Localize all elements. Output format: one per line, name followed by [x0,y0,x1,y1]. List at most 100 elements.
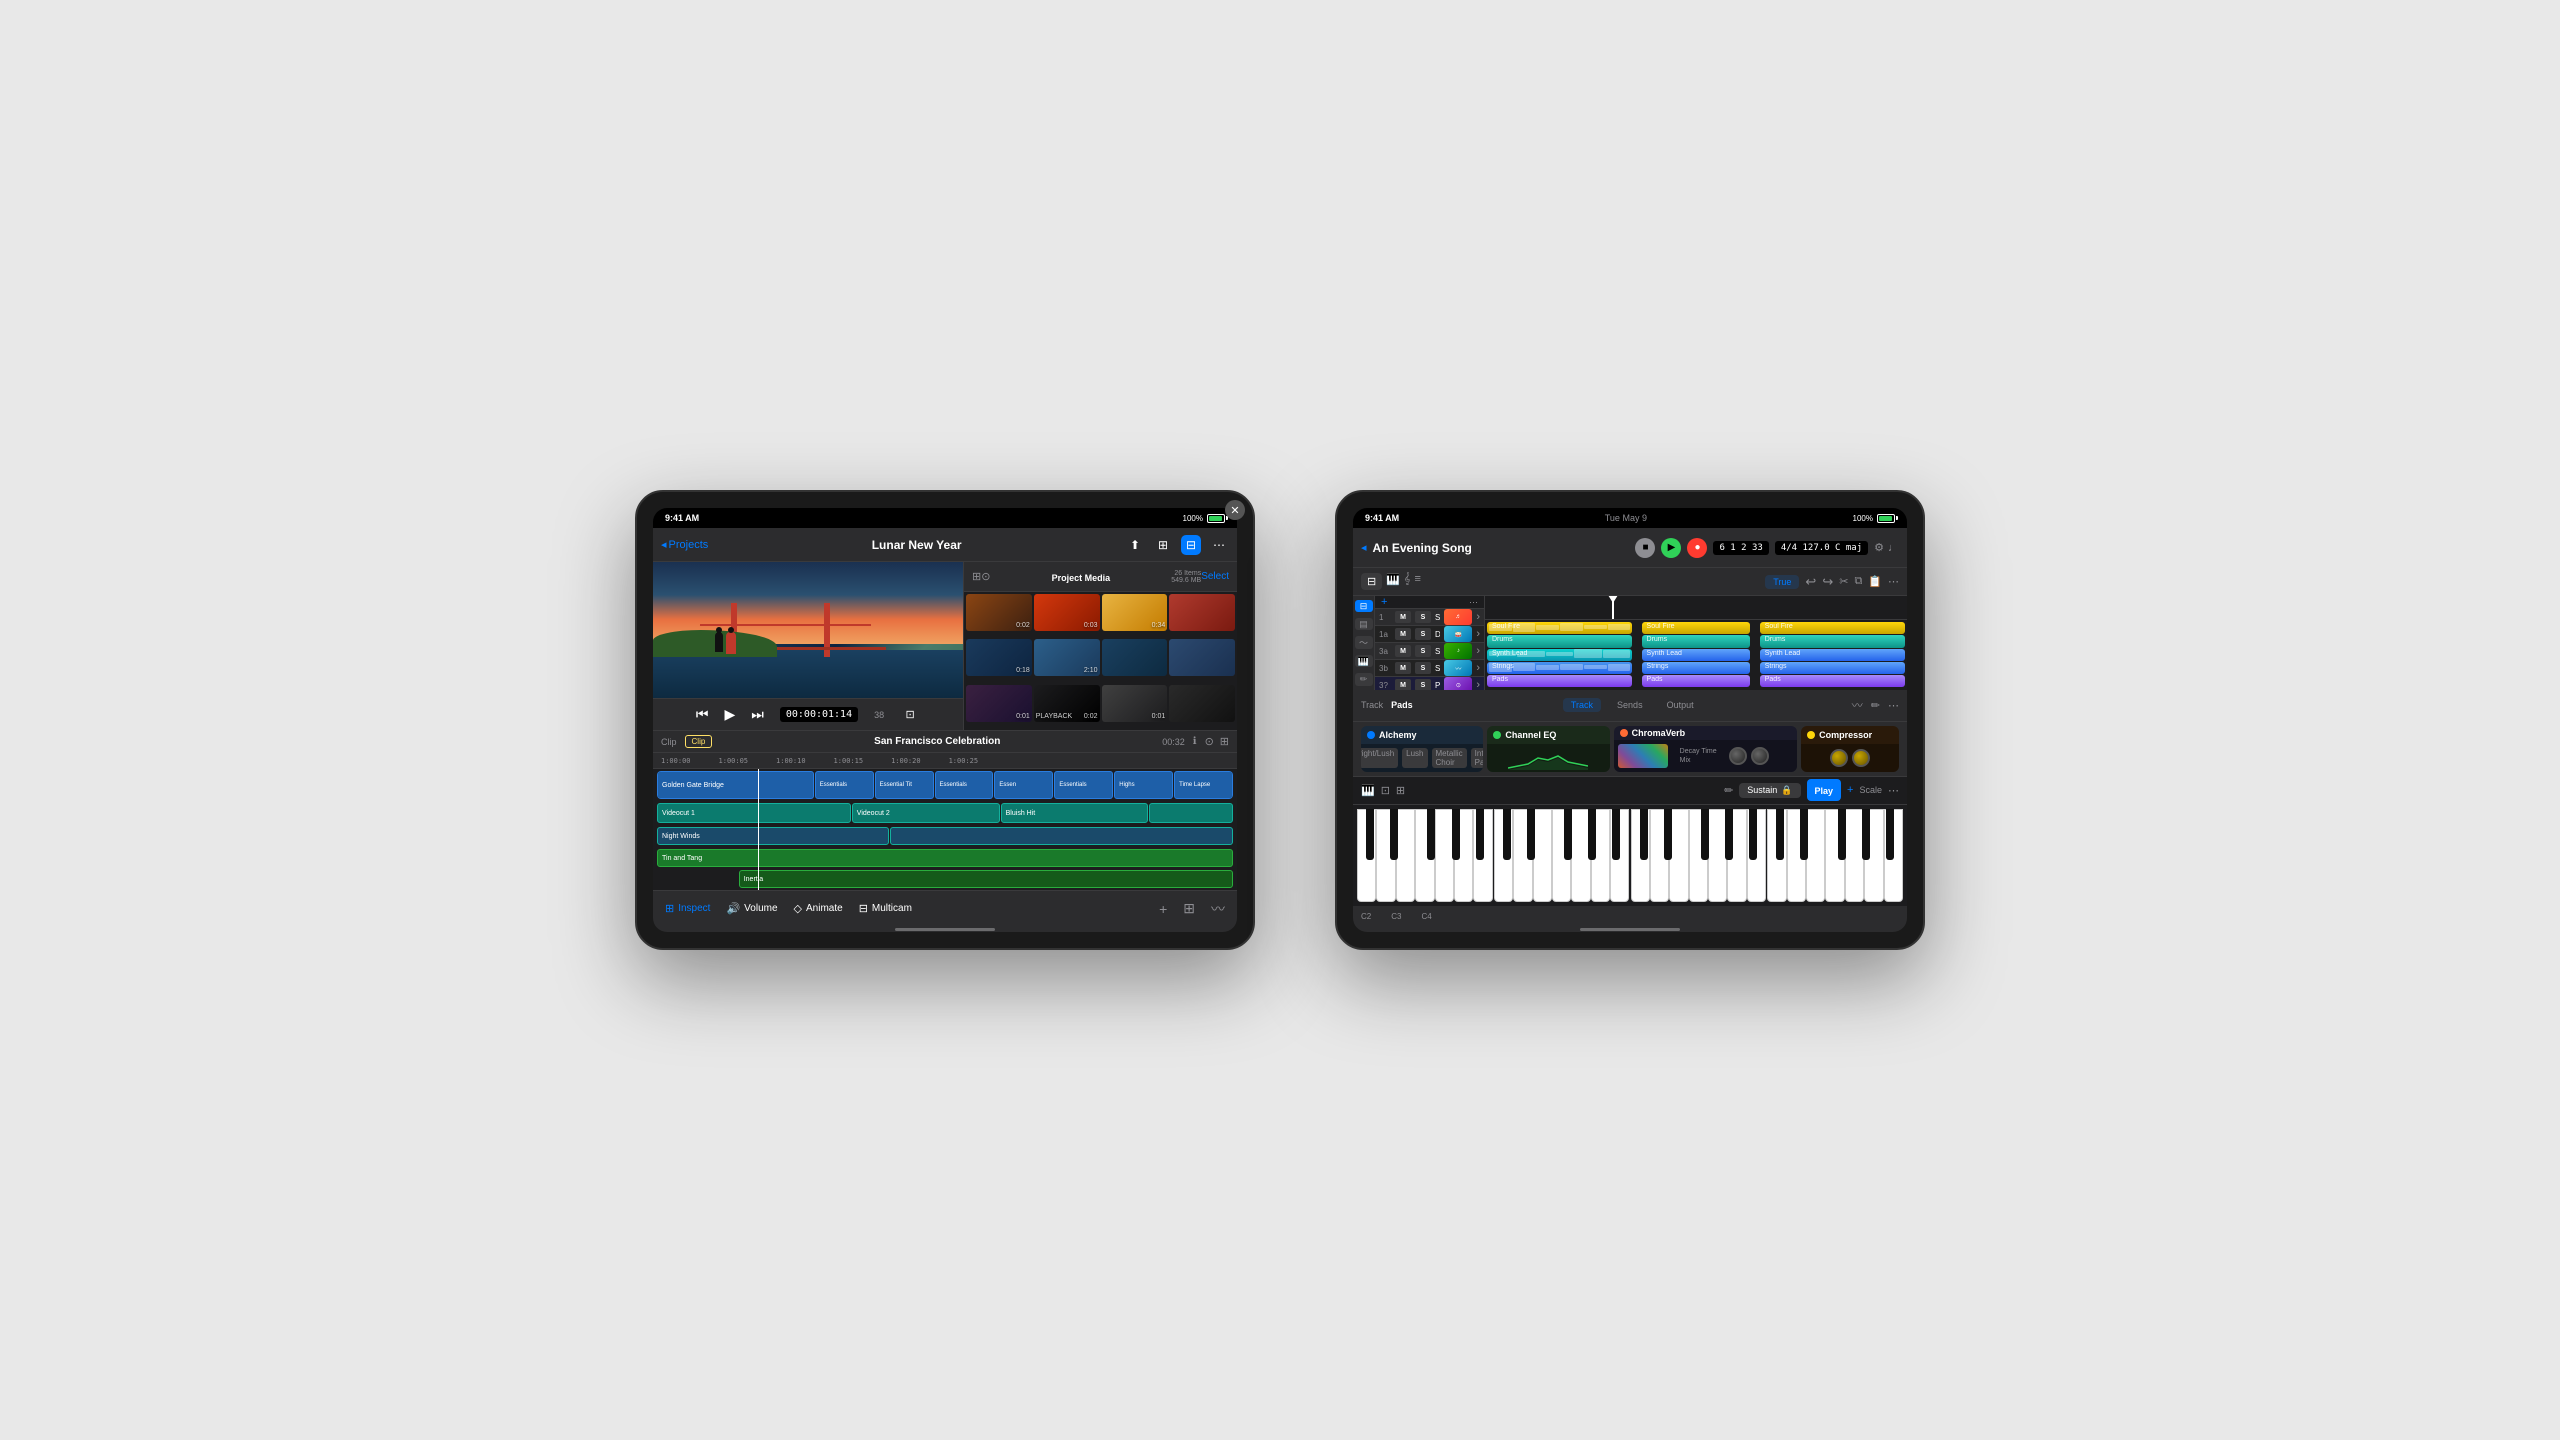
fcp-select-button[interactable]: Select [1201,571,1229,582]
logic-track-2-instrument[interactable]: 🥁 [1444,626,1472,642]
logic-paste-icon[interactable]: 📋 [1868,575,1882,588]
logic-drums-clip-2[interactable]: Drums [1642,635,1751,647]
logic-smart-icon[interactable]: ⊞ [1396,784,1405,797]
fcp-add-icon[interactable]: + [1159,901,1167,917]
logic-key-d3[interactable] [1513,809,1532,903]
fcp-grid-icon[interactable]: ⊞ [1183,900,1195,917]
logic-sidebar-tracks-icon[interactable]: ⊟ [1355,600,1373,612]
fcp-clip-videocut-1[interactable]: Videocut 1 [657,803,851,823]
logic-key-f5[interactable] [1825,809,1844,903]
fcp-waveform-icon[interactable]: 〰 [1211,899,1225,919]
logic-track-2-mute[interactable]: M [1395,628,1411,640]
logic-track-3-instrument[interactable]: ♪ [1444,643,1472,659]
logic-track-5-mute[interactable]: M [1395,679,1411,690]
logic-sidebar-pencil-icon[interactable]: ✏ [1355,673,1373,685]
logic-key-b2[interactable] [1473,809,1492,903]
fcp-timeline-link-icon[interactable]: ⊙ [1205,735,1214,748]
fcp-clip-night-winds[interactable]: Night Winds [657,827,889,845]
logic-chromaverb-plugin[interactable]: ChromaVerb Decay Time Mix [1614,726,1797,772]
fcp-thumb-3[interactable]: 0:34 [1102,594,1168,631]
logic-track-tab-track[interactable]: Track [1563,698,1601,712]
logic-drums-clip-1[interactable]: Drums [1487,635,1632,647]
logic-key-f4[interactable] [1689,809,1708,903]
logic-key-c5[interactable] [1767,809,1786,903]
fcp-thumb-8[interactable] [1169,639,1235,676]
logic-edit-mode-true-button[interactable]: True [1765,575,1799,589]
logic-piano-view-button[interactable]: 🎹 [1386,573,1400,590]
logic-key-e5[interactable] [1806,809,1825,903]
fcp-clip-essentials-4[interactable]: Essen [994,771,1053,799]
logic-sidebar-mixer-icon[interactable]: ▤ [1355,618,1373,630]
logic-track-1-mute[interactable]: M [1395,611,1411,623]
fcp-clip-icon[interactable]: ⊡ [900,705,920,725]
fcp-clip-golden-gate[interactable]: Golden Gate Bridge [657,771,814,799]
logic-strings-clip-3[interactable]: Strings [1760,662,1905,674]
logic-tracks-more[interactable]: ⋯ [1469,597,1478,608]
logic-soul-fire-clip-2[interactable]: Soul Fire [1642,622,1751,634]
fcp-play-button[interactable]: ▶ [724,706,735,723]
fcp-thumb-9[interactable]: 0:01 [966,685,1032,722]
logic-sidebar-piano-icon[interactable]: 🎹 [1355,655,1373,667]
logic-chromaverb-knob-2[interactable] [1751,747,1769,765]
fcp-volume-button[interactable]: 🔊 Volume [726,902,777,915]
logic-track-more-icon[interactable]: ⋯ [1888,699,1899,712]
fcp-thumb-7[interactable] [1102,639,1168,676]
fcp-thumb-5[interactable]: 0:18 [966,639,1032,676]
fcp-filter-icon[interactable]: ⊙ [981,570,990,583]
fcp-thumb-11[interactable]: 0:01 [1102,685,1168,722]
logic-key-a4[interactable] [1727,809,1746,903]
logic-key-d5[interactable] [1787,809,1806,903]
logic-metronome-icon[interactable]: ♩ [1888,542,1899,554]
fcp-thumb-6[interactable]: 2:10 [1034,639,1100,676]
logic-stop-button[interactable]: ■ [1635,538,1655,558]
logic-key-e4[interactable] [1669,809,1688,903]
logic-piano-icon[interactable]: 🎹 [1361,784,1375,797]
logic-key-c4[interactable] [1631,809,1650,903]
logic-step-view-button[interactable]: ≡ [1414,573,1420,590]
logic-track-3-expand[interactable]: › [1476,645,1480,657]
logic-copy-icon[interactable]: ⧉ [1854,575,1862,588]
logic-track-1-solo[interactable]: S [1415,611,1431,623]
logic-key-g2[interactable] [1435,809,1454,903]
logic-track-4-expand[interactable]: › [1476,662,1480,674]
logic-automation-icon[interactable]: 〰 [1852,697,1863,713]
logic-undo-button[interactable]: ↩ [1805,574,1816,590]
logic-key-b4[interactable] [1747,809,1766,903]
logic-more-icon[interactable]: ⋯ [1888,575,1899,588]
fcp-inspect-button[interactable]: ⊞ Inspect [665,902,710,915]
fcp-clip-inertia[interactable]: Inertia [739,870,1233,888]
fcp-photos-icon[interactable]: ⊞ [1153,535,1173,555]
logic-key-e2[interactable] [1396,809,1415,903]
fcp-back-button[interactable]: ◂ Projects [661,538,708,551]
logic-key-d4[interactable] [1650,809,1669,903]
fcp-clip-bluish[interactable]: Bluish Hit [1001,803,1149,823]
logic-pads-clip-3[interactable]: Pads [1760,675,1905,687]
logic-track-1-expand[interactable]: › [1476,611,1480,623]
logic-pads-clip-2[interactable]: Pads [1642,675,1751,687]
logic-settings-icon[interactable]: ⚙ [1874,541,1884,554]
logic-key-a2[interactable] [1454,809,1473,903]
logic-record-button[interactable]: ● [1687,538,1707,558]
logic-strings-clip-2[interactable]: Strings [1642,662,1751,674]
fcp-clip-essentials-5[interactable]: Essentials [1054,771,1113,799]
logic-redo-button[interactable]: ↪ [1822,574,1833,590]
logic-strings-clip-1[interactable]: Strings [1487,662,1632,674]
logic-compressor-knob-1[interactable] [1830,749,1848,767]
logic-key-g3[interactable] [1571,809,1590,903]
logic-track-2-solo[interactable]: S [1415,628,1431,640]
logic-key-g5[interactable] [1845,809,1864,903]
logic-edit-pencil-icon[interactable]: ✏ [1871,699,1880,712]
fcp-clip-essentials-6[interactable]: Highs [1114,771,1173,799]
logic-drums-clip-3[interactable]: Drums [1760,635,1905,647]
fcp-timeline-zoom-icon[interactable]: ⊞ [1220,735,1229,748]
logic-plugin-icon[interactable]: ⊡ [1381,784,1390,797]
fcp-clip-time-lapse[interactable]: Time Lapse [1174,771,1233,799]
logic-key-g4[interactable] [1708,809,1727,903]
logic-key-c2[interactable] [1357,809,1376,903]
fcp-clip-essentials-3[interactable]: Essentials [935,771,994,799]
logic-channel-eq-plugin[interactable]: Channel EQ [1487,726,1609,772]
fcp-thumb-4[interactable] [1169,594,1235,631]
fcp-clip-unused[interactable] [1149,803,1233,823]
logic-track-2-expand[interactable]: › [1476,628,1480,640]
fcp-clip-videocut-2[interactable]: Videocut 2 [852,803,1000,823]
